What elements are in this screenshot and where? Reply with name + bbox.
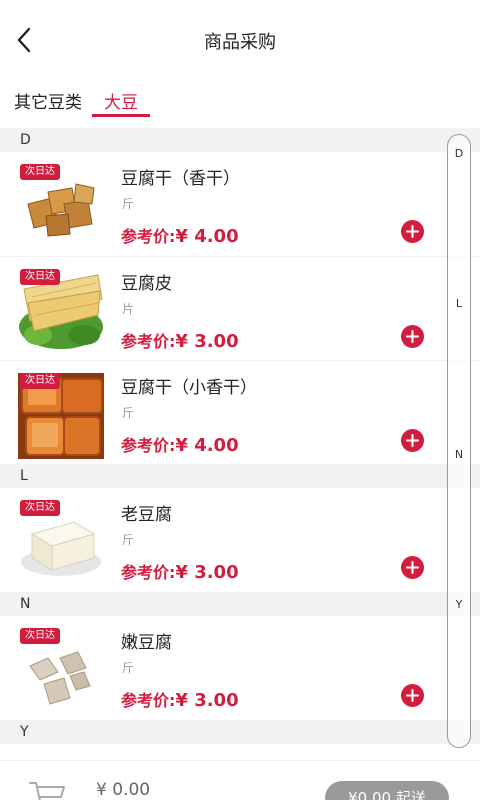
product-price: 参考价:¥ 4.00 (121, 223, 239, 247)
price-label: 参考价: (121, 332, 176, 351)
price-label: 参考价: (121, 227, 176, 246)
alphabet-index-bar[interactable]: D L N Y (447, 134, 471, 748)
price-label: 参考价: (121, 691, 176, 710)
section-header-y: Y (0, 720, 480, 744)
product-item[interactable]: 次日达 嫩豆腐 斤 参考价:¥ 3.00 (0, 616, 480, 720)
add-to-cart-button[interactable] (401, 325, 424, 348)
cart-bar: ¥ 0.00 ¥0.00 起送 (0, 760, 480, 800)
product-unit: 片 (122, 302, 135, 316)
product-price: 参考价:¥ 3.00 (121, 559, 239, 583)
price-value: ¥ 4.00 (175, 226, 239, 247)
add-to-cart-button[interactable] (401, 556, 424, 579)
plus-icon (406, 330, 419, 343)
add-to-cart-button[interactable] (401, 220, 424, 243)
plus-icon (406, 689, 419, 702)
section-header-n: N (0, 592, 480, 616)
price-value: ¥ 3.00 (175, 690, 239, 711)
product-name: 老豆腐 (121, 505, 172, 525)
index-letter-y[interactable]: Y (448, 598, 470, 611)
product-name: 嫩豆腐 (121, 633, 172, 653)
product-unit: 斤 (122, 406, 135, 420)
active-tab-indicator (92, 114, 150, 117)
product-unit: 斤 (122, 533, 135, 547)
add-to-cart-button[interactable] (401, 429, 424, 452)
price-value: ¥ 4.00 (175, 435, 239, 456)
page-title: 商品采购 (204, 32, 276, 53)
price-value: ¥ 3.00 (175, 562, 239, 583)
index-letter-d[interactable]: D (448, 147, 470, 160)
tab-soybean[interactable]: 大豆 (104, 88, 138, 113)
checkout-button[interactable]: ¥0.00 起送 (325, 781, 449, 800)
cart-total: ¥ 0.00 (96, 780, 151, 800)
price-label: 参考价: (121, 563, 176, 582)
price-value: ¥ 3.00 (175, 331, 239, 352)
next-day-badge: 次日达 (20, 164, 60, 180)
product-unit: 斤 (122, 661, 135, 675)
cart-icon[interactable] (28, 779, 68, 800)
section-header-d: D (0, 128, 480, 152)
product-price: 参考价:¥ 3.00 (121, 687, 239, 711)
index-letter-n[interactable]: N (448, 448, 470, 461)
product-price: 参考价:¥ 3.00 (121, 328, 239, 352)
header: 商品采购 (0, 0, 480, 80)
tab-other-beans[interactable]: 其它豆类 (14, 88, 82, 113)
price-label: 参考价: (121, 436, 176, 455)
add-to-cart-button[interactable] (401, 684, 424, 707)
product-list[interactable]: D 次日达 豆腐干（香干） 斤 参考价:¥ 4.00 次日达 豆腐皮 片 参考价… (0, 128, 480, 754)
product-name: 豆腐干（小香干） (121, 378, 257, 398)
product-name: 豆腐皮 (121, 274, 172, 294)
next-day-badge: 次日达 (20, 500, 60, 516)
product-item[interactable]: 次日达 老豆腐 斤 参考价:¥ 3.00 (0, 488, 480, 592)
plus-icon (406, 434, 419, 447)
product-name: 豆腐干（香干） (121, 169, 240, 189)
next-day-badge: 次日达 (20, 373, 60, 389)
category-tabs: 其它豆类 大豆 (0, 80, 480, 122)
product-item[interactable]: 次日达 豆腐干（香干） 斤 参考价:¥ 4.00 (0, 152, 480, 256)
next-day-badge: 次日达 (20, 628, 60, 644)
index-letter-l[interactable]: L (448, 297, 470, 310)
section-header-l: L (0, 464, 480, 488)
product-unit: 斤 (122, 197, 135, 211)
product-item[interactable]: 次日达 豆腐干（小香干） 斤 参考价:¥ 4.00 (0, 360, 480, 464)
product-item[interactable]: 次日达 豆腐皮 片 参考价:¥ 3.00 (0, 256, 480, 360)
product-price: 参考价:¥ 4.00 (121, 432, 239, 456)
plus-icon (406, 225, 419, 238)
plus-icon (406, 561, 419, 574)
next-day-badge: 次日达 (20, 269, 60, 285)
